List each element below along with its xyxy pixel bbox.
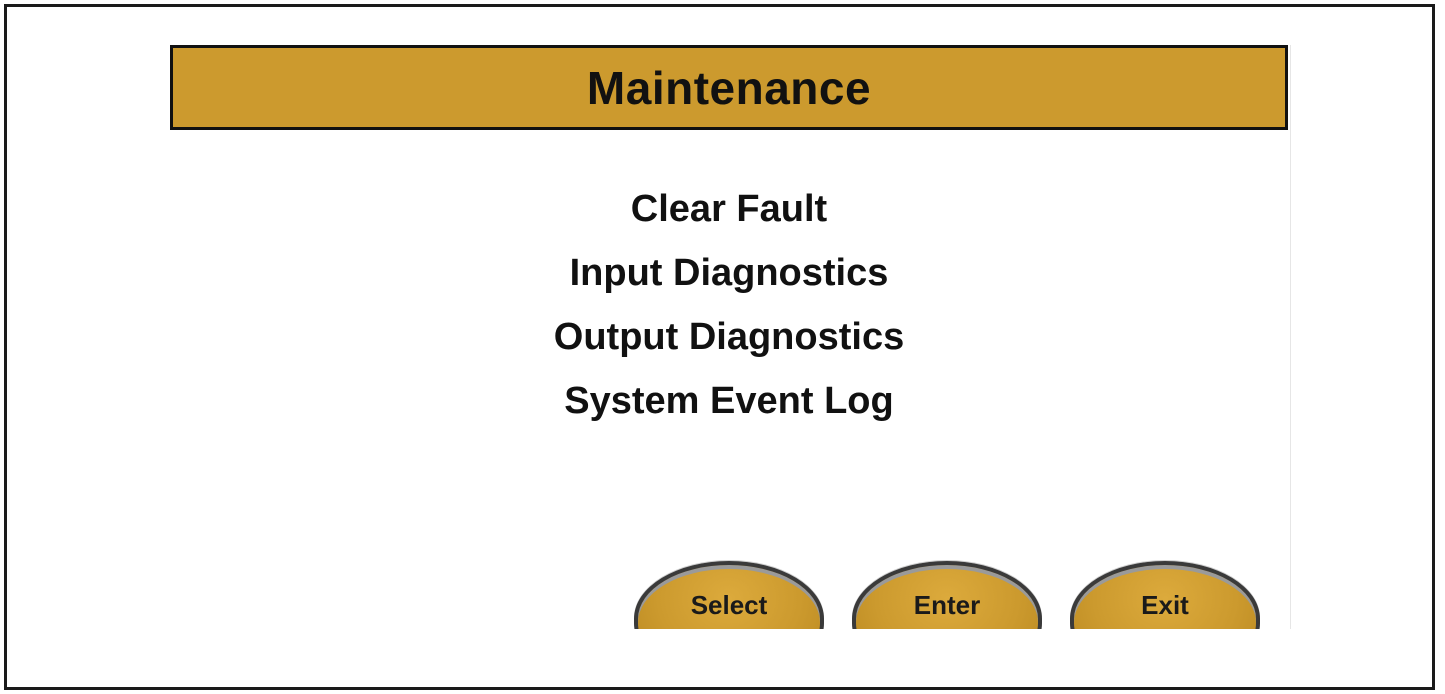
softkey-bar: Select Enter Exit — [168, 561, 1290, 629]
page-title: Maintenance — [586, 61, 872, 114]
select-button[interactable]: Select — [634, 561, 824, 629]
exit-button[interactable]: Exit — [1070, 561, 1260, 629]
screen: Maintenance Clear Fault Input Diagnostic… — [168, 45, 1291, 629]
menu-item-input-diagnostics[interactable]: Input Diagnostics — [168, 241, 1290, 305]
maintenance-menu: Clear Fault Input Diagnostics Output Dia… — [168, 177, 1290, 433]
enter-button[interactable]: Enter — [852, 561, 1042, 629]
display-frame: Maintenance Clear Fault Input Diagnostic… — [4, 4, 1435, 690]
exit-button-label: Exit — [1141, 590, 1189, 620]
enter-button-label: Enter — [913, 590, 981, 620]
menu-item-clear-fault[interactable]: Clear Fault — [168, 177, 1290, 241]
title-bar: Maintenance — [170, 45, 1288, 130]
menu-item-output-diagnostics[interactable]: Output Diagnostics — [168, 305, 1290, 369]
select-button-label: Select — [690, 590, 768, 620]
menu-item-system-event-log[interactable]: System Event Log — [168, 369, 1290, 433]
